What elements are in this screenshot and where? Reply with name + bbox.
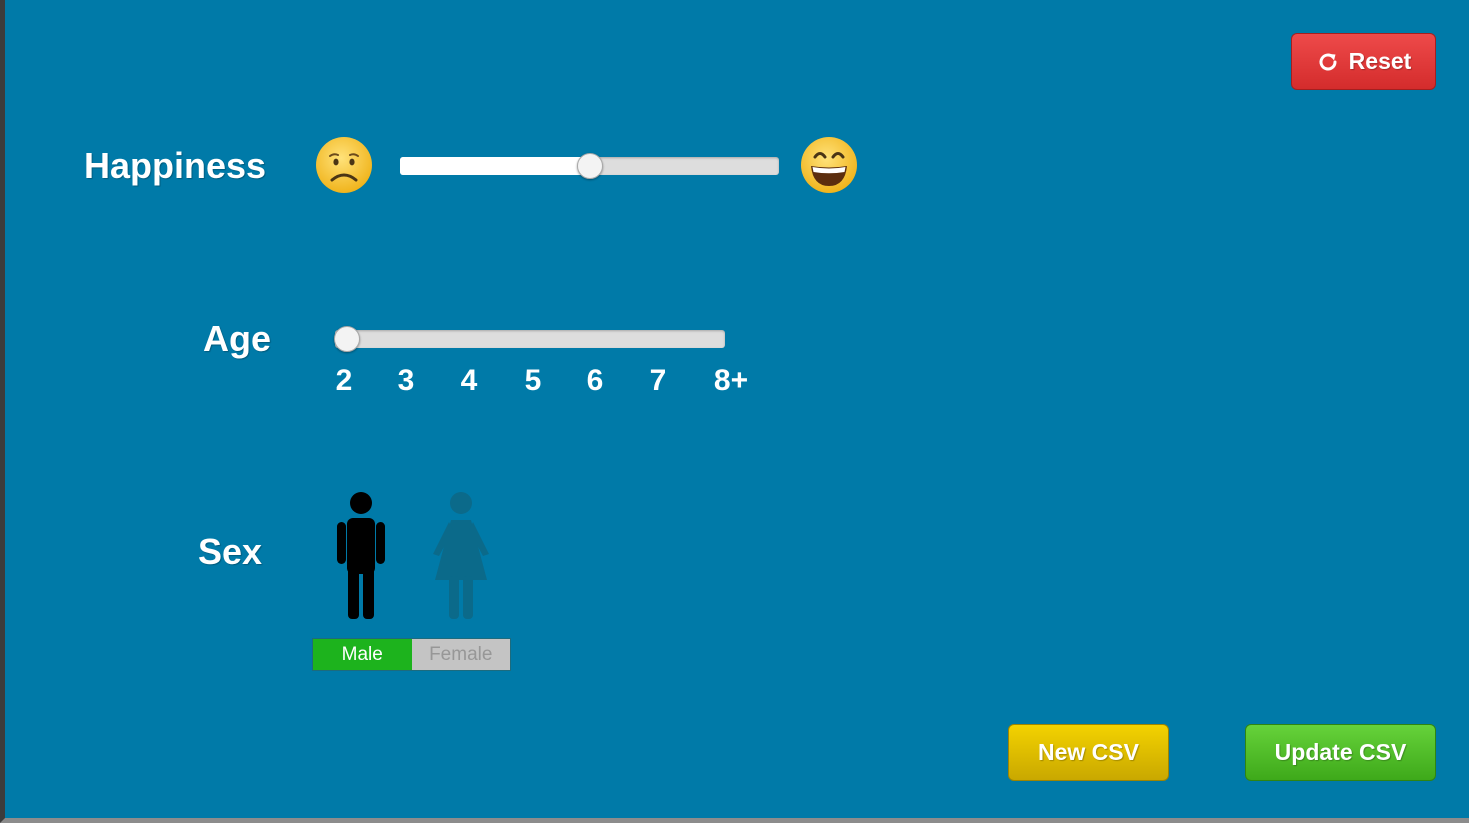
female-figure-icon[interactable] [429,490,493,622]
male-figure-icon[interactable] [331,490,391,622]
age-tick-label: 6 [586,364,604,397]
sad-face-icon [316,137,372,193]
app-window: Reset Happiness Age 2 3 4 5 6 7 8+ Sex M… [0,0,1469,823]
age-tick-label: 3 [397,364,415,397]
happiness-slider-handle[interactable] [576,153,603,179]
reset-button[interactable]: Reset [1291,33,1436,90]
update-csv-button-label: Update CSV [1274,739,1407,765]
refresh-icon [1319,53,1337,70]
happiness-label: Happiness [84,145,267,186]
age-slider-handle[interactable] [333,326,360,352]
happiness-slider[interactable] [400,153,779,179]
sex-toggle: Male Female [312,638,511,671]
sex-label: Sex [198,531,263,572]
age-tick-label: 2 [335,364,353,397]
age-tick-label: 5 [524,364,542,397]
age-label: Age [203,318,272,359]
update-csv-button[interactable]: Update CSV [1245,724,1436,781]
happiness-slider-fill [400,157,590,175]
grinning-face-icon [801,137,857,193]
age-tick-label: 4 [460,364,478,397]
age-slider[interactable] [333,326,725,352]
new-csv-button-label: New CSV [1038,739,1139,765]
male-option[interactable]: Male [313,639,412,670]
age-tick-label: 8+ [713,364,749,397]
age-tick-label: 7 [649,364,667,397]
reset-button-label: Reset [1348,48,1412,74]
female-option[interactable]: Female [411,639,510,670]
new-csv-button[interactable]: New CSV [1008,724,1169,781]
